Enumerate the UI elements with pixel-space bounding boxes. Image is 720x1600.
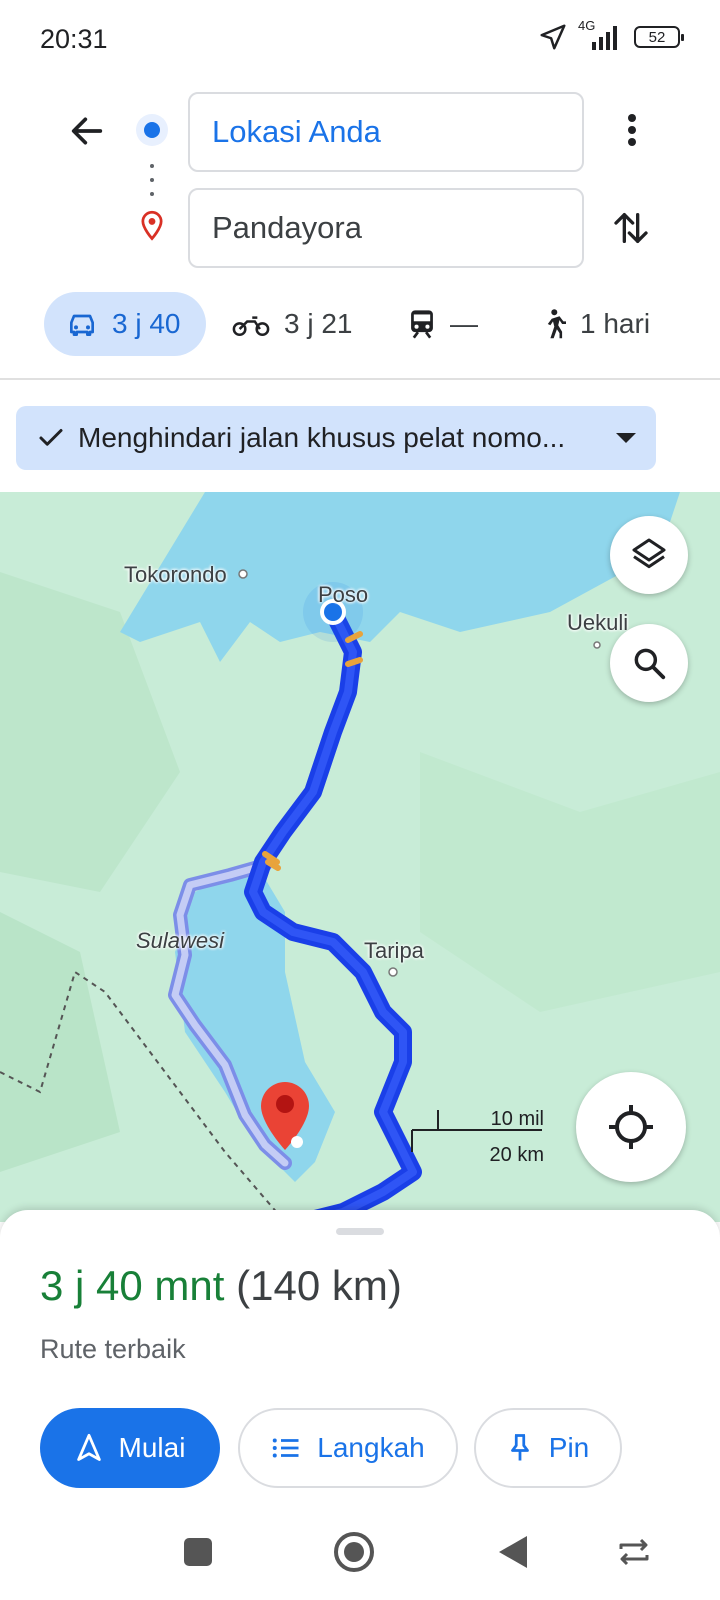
map-label-poso: Poso: [318, 582, 369, 607]
crosshair-icon: [609, 1105, 653, 1149]
tab-walk[interactable]: 1 hari: [540, 292, 650, 356]
route-options-label: Menghindari jalan khusus pelat nomo...: [78, 422, 566, 453]
layers-icon: [632, 538, 666, 569]
route-duration: 3 j 40 mnt: [40, 1262, 225, 1309]
status-bar: 20:31 4G 52: [0, 0, 720, 78]
origin-input[interactable]: Lokasi Anda: [188, 92, 584, 172]
map-scale: 10 mil 20 km: [410, 1108, 544, 1166]
status-icons: 4G 52: [538, 18, 684, 52]
tab-drive[interactable]: 3 j 40: [44, 292, 206, 356]
start-button-label: Mulai: [118, 1432, 186, 1463]
scale-km: 20 km: [489, 1144, 544, 1166]
map-label-sulawesi: Sulawesi: [136, 928, 225, 953]
connector-dots: [150, 164, 154, 196]
tab-motorcycle[interactable]: 3 j 21: [232, 292, 353, 356]
list-icon: [273, 1438, 299, 1458]
dropdown-arrow-icon: [616, 433, 636, 443]
route-options-chip[interactable]: Menghindari jalan khusus pelat nomo...: [16, 406, 656, 470]
square-icon: [184, 1538, 212, 1566]
tab-drive-label: 3 j 40: [112, 308, 181, 339]
tab-transit-label: —: [450, 308, 478, 339]
arrow-back-icon: [71, 117, 103, 145]
home-button[interactable]: [332, 1530, 376, 1574]
route-summary: 3 j 40 mnt (140 km): [40, 1262, 402, 1310]
walk-icon: [547, 309, 566, 339]
switch-app-button[interactable]: [612, 1530, 656, 1574]
swap-locations-button[interactable]: [608, 205, 654, 251]
motorcycle-icon: [232, 316, 270, 337]
my-location-button[interactable]: [576, 1072, 686, 1182]
signal-icon: 4G: [578, 18, 624, 52]
recents-button[interactable]: [176, 1530, 220, 1574]
drag-handle[interactable]: [336, 1228, 384, 1235]
status-time: 20:31: [40, 24, 108, 54]
system-nav-bar: [0, 1500, 720, 1600]
back-nav-button[interactable]: [490, 1530, 534, 1574]
search-along-route-button[interactable]: [610, 624, 688, 702]
pin-icon: [510, 1434, 529, 1461]
more-options-button[interactable]: [614, 112, 650, 148]
map-label-tokorondo: Tokorondo: [124, 562, 227, 587]
layers-button[interactable]: [610, 516, 688, 594]
pin-button-label: Pin: [548, 1432, 590, 1463]
steps-button-label: Langkah: [317, 1432, 425, 1463]
tab-walk-label: 1 hari: [580, 308, 651, 339]
tab-motorcycle-label: 3 j 21: [284, 308, 353, 339]
triangle-back-icon: [499, 1536, 527, 1568]
tab-transit[interactable]: —: [408, 292, 478, 356]
rotate-icon: [619, 1538, 649, 1566]
travel-mode-tabs: 3 j 40 3 j 21 — 1 hari: [0, 292, 720, 356]
pin-button[interactable]: Pin: [474, 1408, 622, 1488]
map-label-uekuli: Uekuli: [567, 610, 629, 635]
destination-pin-icon: [138, 210, 166, 247]
origin-dot-icon: [136, 114, 168, 146]
map-view[interactable]: Tokorondo Poso Uekuli Sulawesi Taripa: [0, 492, 720, 1222]
scale-miles: 10 mil: [490, 1108, 544, 1130]
swap-vert-icon: [614, 213, 648, 243]
location-arrow-icon: [540, 24, 566, 50]
route-distance: (140 km): [236, 1262, 402, 1309]
steps-button[interactable]: Langkah: [238, 1408, 458, 1488]
car-icon: [70, 314, 94, 336]
route-description: Rute terbaik: [40, 1334, 186, 1364]
battery-indicator: 52: [634, 26, 684, 48]
train-icon: [411, 310, 433, 339]
check-icon: [39, 429, 63, 446]
destination-input[interactable]: Pandayora: [188, 188, 584, 268]
back-button[interactable]: [64, 108, 110, 154]
circle-icon: [334, 1532, 374, 1572]
start-button[interactable]: Mulai: [40, 1408, 220, 1488]
navigation-arrow-icon: [76, 1433, 101, 1461]
search-icon: [634, 648, 666, 680]
divider: [0, 378, 720, 380]
more-vert-icon: [628, 114, 636, 146]
map-label-taripa: Taripa: [364, 938, 424, 963]
